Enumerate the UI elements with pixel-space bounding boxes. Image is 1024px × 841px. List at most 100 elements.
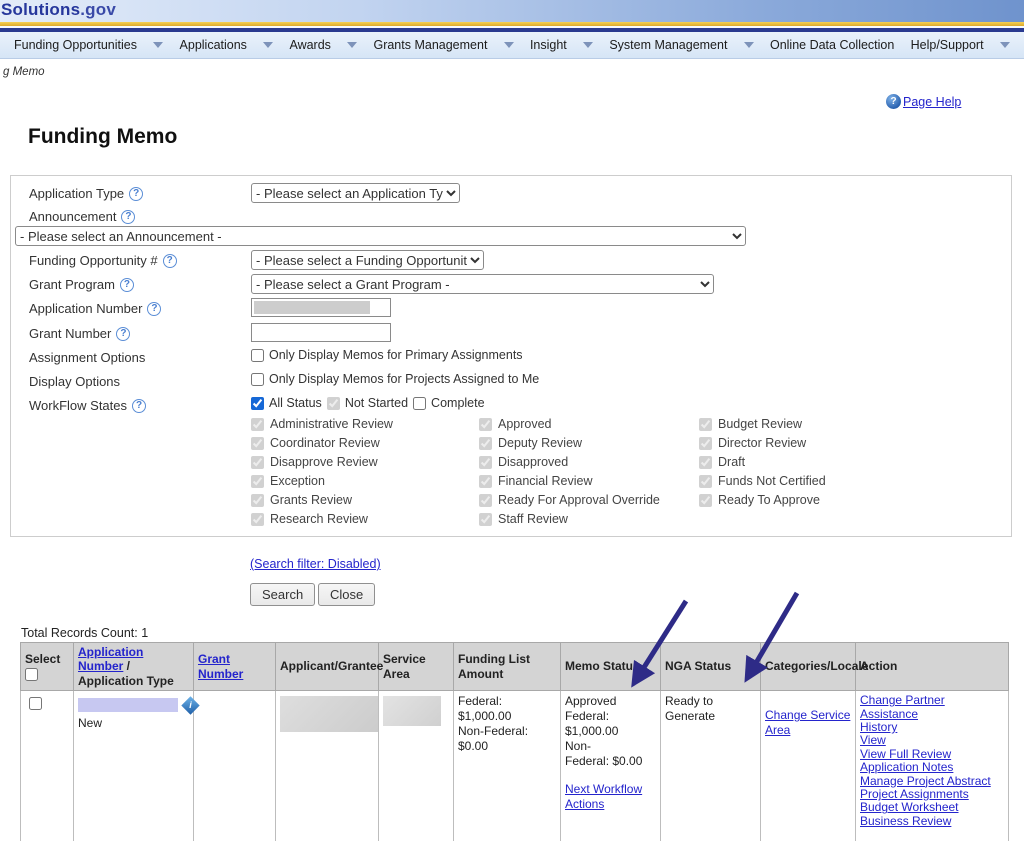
state-label: Research Review <box>270 512 368 526</box>
select-all-checkbox[interactable] <box>25 668 38 681</box>
state-checkbox <box>699 475 712 488</box>
memo-status-value: Approved <box>565 694 656 709</box>
close-button[interactable]: Close <box>318 583 375 606</box>
help-icon[interactable]: ? <box>129 187 143 201</box>
workflow-state-item: Ready To Approve <box>699 493 820 507</box>
nav-help-support[interactable]: Help/Support <box>911 38 984 52</box>
cell-grant-number <box>194 691 276 841</box>
application-type-value: New <box>78 716 189 731</box>
primary-assignments-checkbox[interactable] <box>251 349 264 362</box>
label-text: Application Number <box>29 301 142 316</box>
workflow-state-item: Ready For Approval Override <box>479 493 660 507</box>
cell-application-number: i New <box>74 691 194 841</box>
table-row: i New Federal: $1,000.00 Non-Federal: $0… <box>21 691 1009 841</box>
chevron-down-icon[interactable] <box>744 42 754 48</box>
workflow-top-checkboxes: All Status Not Started Complete <box>251 396 485 410</box>
workflow-state-item: Deputy Review <box>479 436 582 450</box>
state-checkbox <box>479 513 492 526</box>
spacer <box>565 769 656 782</box>
chevron-down-icon[interactable] <box>153 42 163 48</box>
help-icon[interactable]: ? <box>163 254 177 268</box>
chevron-down-icon[interactable] <box>504 42 514 48</box>
label-text: Announcement <box>29 209 116 224</box>
funding-opportunity-label: Funding Opportunity # ? <box>29 253 177 268</box>
manage-project-abstract-link[interactable]: Manage Project Abstract <box>860 775 1004 788</box>
application-number-sort-link[interactable]: Application Number <box>78 645 143 673</box>
chevron-down-icon[interactable] <box>583 42 593 48</box>
state-label: Administrative Review <box>270 417 393 431</box>
col-service-area: Service Area <box>379 643 454 691</box>
not-started-checkbox <box>327 397 340 410</box>
business-review-link[interactable]: Business Review <box>860 815 1004 828</box>
label-text: Application Type <box>29 186 124 201</box>
application-number-input[interactable] <box>251 298 391 317</box>
history-link[interactable]: History <box>860 721 1004 734</box>
chevron-down-icon[interactable] <box>347 42 357 48</box>
nav-grants-management[interactable]: Grants Management <box>373 38 487 52</box>
nav-system-management[interactable]: System Management <box>609 38 727 52</box>
help-icon[interactable]: ? <box>120 278 134 292</box>
workflow-state-item: Budget Review <box>699 417 802 431</box>
state-label: Draft <box>718 455 745 469</box>
next-workflow-actions-link[interactable]: Next Workflow Actions <box>565 782 642 811</box>
nav-funding-opportunities[interactable]: Funding Opportunities <box>14 38 137 52</box>
display-options-label: Display Options <box>29 374 120 389</box>
assignment-options-label: Assignment Options <box>29 350 145 365</box>
project-assignments-link[interactable]: Project Assignments <box>860 788 1004 801</box>
nav-online-data-collection[interactable]: Online Data Collection <box>770 38 894 52</box>
search-filter-link[interactable]: (Search filter: Disabled) <box>250 557 381 571</box>
cell-select <box>21 691 74 841</box>
assignment-options-checkbox-row: Only Display Memos for Primary Assignmen… <box>251 348 523 362</box>
cell-categories-locale: Change Service Area <box>761 691 856 841</box>
redacted-application-number-value[interactable] <box>78 698 178 712</box>
state-checkbox <box>699 418 712 431</box>
grant-program-label: Grant Program ? <box>29 277 134 292</box>
workflow-state-item: Coordinator Review <box>251 436 380 450</box>
info-diamond-icon[interactable]: i <box>181 696 199 714</box>
grant-number-sort-link[interactable]: Grant Number <box>198 652 243 680</box>
view-link[interactable]: View <box>860 734 1004 747</box>
total-records-count: Total Records Count: 1 <box>21 626 148 640</box>
help-icon[interactable]: ? <box>132 399 146 413</box>
nav-insight[interactable]: Insight <box>530 38 567 52</box>
state-checkbox <box>479 418 492 431</box>
all-status-checkbox[interactable] <box>251 397 264 410</box>
funding-opportunity-select[interactable]: - Please select a Funding Opportunity # … <box>251 250 484 270</box>
chevron-down-icon[interactable] <box>1000 42 1010 48</box>
workflow-state-item: Disapproved <box>479 455 568 469</box>
complete-checkbox[interactable] <box>413 397 426 410</box>
help-icon[interactable]: ? <box>116 327 130 341</box>
view-full-review-link[interactable]: View Full Review <box>860 748 1004 761</box>
grant-number-input[interactable] <box>251 323 391 342</box>
workflow-state-item: Funds Not Certified <box>699 474 826 488</box>
cell-funding-list-amount: Federal: $1,000.00 Non-Federal: $0.00 <box>454 691 561 841</box>
announcement-select[interactable]: - Please select an Announcement - <box>15 226 746 246</box>
col-grant-number: Grant Number <box>194 643 276 691</box>
nav-awards[interactable]: Awards <box>289 38 330 52</box>
page-help-link[interactable]: Page Help <box>903 95 961 109</box>
help-icon[interactable]: ? <box>121 210 135 224</box>
col-nga-status: NGA Status <box>661 643 761 691</box>
table-header-row: Select Application Number /Application T… <box>21 643 1009 691</box>
application-number-label: Application Number ? <box>29 301 161 316</box>
col-memo-status: Memo Status <box>561 643 661 691</box>
application-notes-link[interactable]: Application Notes <box>860 761 1004 774</box>
change-partner-assistance-link[interactable]: Change Partner Assistance <box>860 694 1004 721</box>
header-label: NGA Status <box>665 659 731 673</box>
application-type-select[interactable]: - Please select an Application Type - <box>251 183 460 203</box>
search-button[interactable]: Search <box>250 583 315 606</box>
workflow-state-item: Exception <box>251 474 325 488</box>
row-select-checkbox[interactable] <box>29 697 42 710</box>
grant-number-label: Grant Number ? <box>29 326 130 341</box>
breadcrumb: g Memo <box>3 66 45 78</box>
nav-applications[interactable]: Applications <box>180 38 247 52</box>
change-service-area-link[interactable]: Change Service Area <box>765 708 850 737</box>
header-label: Action <box>860 659 897 673</box>
budget-worksheet-link[interactable]: Budget Worksheet <box>860 801 1004 814</box>
application-type-label: Application Type ? <box>29 186 143 201</box>
help-icon[interactable]: ? <box>147 302 161 316</box>
redacted-service-area <box>383 696 441 726</box>
chevron-down-icon[interactable] <box>263 42 273 48</box>
projects-assigned-checkbox[interactable] <box>251 373 264 386</box>
grant-program-select[interactable]: - Please select a Grant Program - <box>251 274 714 294</box>
